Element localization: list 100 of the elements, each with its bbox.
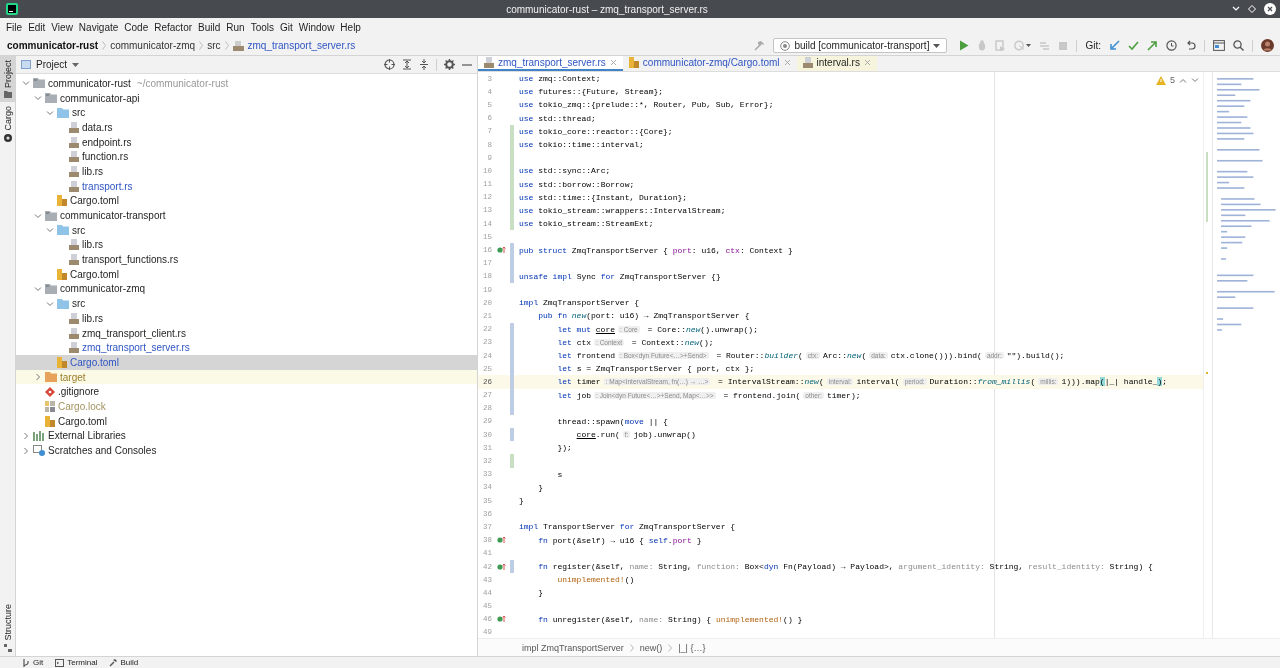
previous-icon[interactable]	[1179, 77, 1187, 83]
warning-icon[interactable]	[1156, 75, 1166, 85]
tree-item[interactable]: lib.rs	[16, 311, 477, 326]
tree-item[interactable]: zmq_transport_server.rs	[16, 340, 477, 356]
change-marker[interactable]	[510, 190, 514, 204]
implementation-marker-icon[interactable]	[496, 536, 506, 545]
change-marker[interactable]	[510, 428, 514, 442]
change-marker[interactable]	[510, 388, 514, 402]
change-marker[interactable]	[510, 124, 514, 138]
editor-tab[interactable]: zmq_transport_server.rs	[478, 56, 623, 71]
chevron-icon[interactable]	[34, 373, 42, 382]
change-marker[interactable]	[510, 151, 514, 165]
menu-item[interactable]: File	[3, 20, 26, 34]
breadcrumb-item[interactable]: |_| {…}	[678, 642, 706, 653]
run-icon[interactable]	[959, 40, 970, 51]
tree-item[interactable]: Cargo.toml	[16, 413, 477, 429]
tree-item[interactable]: src	[16, 296, 477, 311]
chevron-icon[interactable]	[22, 79, 30, 88]
chevron-icon[interactable]	[46, 299, 54, 308]
change-marker[interactable]	[510, 362, 514, 376]
update-arrow-icon[interactable]	[1109, 40, 1120, 51]
tree-item[interactable]: lib.rs	[16, 237, 477, 253]
change-marker[interactable]	[510, 137, 514, 152]
chevron-icon[interactable]	[22, 446, 30, 455]
menu-item[interactable]: Git	[277, 20, 296, 34]
menu-item[interactable]: View	[48, 20, 76, 34]
maximize-icon[interactable]	[1248, 5, 1256, 13]
tool-window-button[interactable]: Build	[109, 658, 139, 667]
chevron-icon[interactable]	[34, 94, 42, 103]
chevron-icon[interactable]	[46, 108, 54, 117]
tool-window-tab[interactable]: Cargo	[0, 102, 15, 146]
editor-tab[interactable]: interval.rs	[796, 56, 877, 71]
menu-item[interactable]: Navigate	[75, 20, 122, 34]
chevron-icon[interactable]	[22, 431, 30, 440]
chevron-icon[interactable]	[34, 284, 42, 293]
change-marker[interactable]	[510, 243, 514, 257]
attach-icon[interactable]	[1039, 40, 1051, 51]
tree-item[interactable]: transport.rs	[16, 178, 477, 194]
implementation-marker-icon[interactable]	[496, 615, 506, 624]
tool-window-button[interactable]: Terminal	[55, 658, 98, 667]
tool-window-tab[interactable]: Project	[0, 56, 15, 102]
breadcrumb-item[interactable]: communicator-rust	[7, 40, 99, 51]
change-marker[interactable]	[510, 164, 514, 178]
breadcrumb-item[interactable]: communicator-zmq	[110, 40, 196, 51]
breadcrumb-item[interactable]: new()	[639, 642, 663, 653]
implementation-marker-icon[interactable]	[496, 246, 506, 255]
menu-item[interactable]: Code	[121, 20, 152, 34]
avatar-icon[interactable]	[1261, 39, 1274, 52]
collapse-all-icon[interactable]	[419, 59, 429, 70]
menu-item[interactable]: Run	[223, 20, 248, 34]
change-marker[interactable]	[510, 454, 514, 468]
locate-icon[interactable]	[384, 59, 395, 70]
tree-item[interactable]: function.rs	[16, 149, 477, 165]
profiler-icon[interactable]	[1014, 40, 1032, 51]
tree-item[interactable]: src	[16, 105, 477, 121]
project-view-dropdown[interactable]: Project	[21, 59, 80, 70]
change-marker[interactable]	[510, 322, 514, 336]
tree-item[interactable]: zmq_transport_client.rs	[16, 325, 477, 341]
coverage-icon[interactable]	[995, 40, 1007, 51]
change-marker[interactable]	[510, 177, 514, 191]
change-marker[interactable]	[510, 335, 514, 349]
menu-item[interactable]: Window	[295, 20, 338, 34]
tree-item[interactable]: Cargo.toml	[16, 355, 477, 370]
change-marker[interactable]	[510, 203, 514, 218]
menu-item[interactable]: Refactor	[151, 20, 196, 34]
tool-window-button[interactable]: Git	[22, 658, 44, 667]
change-marker[interactable]	[510, 217, 514, 231]
close-icon[interactable]	[1264, 3, 1276, 15]
menu-item[interactable]: Tools	[247, 20, 277, 34]
breadcrumb-item[interactable]: impl ZmqTransportServer	[522, 642, 624, 653]
next-icon[interactable]	[1191, 77, 1199, 83]
change-marker[interactable]	[510, 375, 514, 389]
tree-item[interactable]: src	[16, 222, 477, 238]
tree-item[interactable]: lib.rs	[16, 164, 477, 179]
change-marker[interactable]	[510, 348, 514, 363]
change-marker[interactable]	[510, 559, 514, 574]
change-marker[interactable]	[510, 401, 514, 415]
tree-item[interactable]: communicator-rust ~/communicator-rust	[16, 76, 477, 91]
window-icon[interactable]	[1213, 40, 1225, 51]
tree-item[interactable]: Scratches and Consoles	[16, 443, 477, 458]
change-marker[interactable]	[510, 269, 514, 283]
tree-item[interactable]: communicator-zmq	[16, 281, 477, 297]
settings-icon[interactable]	[444, 59, 455, 70]
tree-item[interactable]: communicator-api	[16, 90, 477, 106]
clock-icon[interactable]	[1166, 40, 1177, 51]
menu-item[interactable]: Help	[337, 20, 364, 34]
chevron-icon[interactable]	[34, 211, 42, 220]
tree-item[interactable]: data.rs	[16, 120, 477, 135]
breadcrumb-item[interactable]: zmq_transport_server.rs	[247, 40, 356, 51]
editor-tab[interactable]: communicator-zmq/Cargo.toml	[622, 56, 797, 71]
push-arrow-icon[interactable]	[1147, 40, 1158, 51]
search-icon[interactable]	[1233, 40, 1244, 51]
hammer-icon[interactable]	[753, 39, 766, 52]
undo-icon[interactable]	[1185, 40, 1196, 51]
menu-item[interactable]: Edit	[25, 20, 49, 34]
tree-item[interactable]: transport_functions.rs	[16, 252, 477, 267]
expand-all-icon[interactable]	[402, 59, 412, 70]
tree-item[interactable]: communicator-transport	[16, 208, 477, 223]
run-configuration-dropdown[interactable]: build [communicator-transport]	[773, 38, 948, 53]
tree-item[interactable]: .gitignore	[16, 384, 477, 400]
